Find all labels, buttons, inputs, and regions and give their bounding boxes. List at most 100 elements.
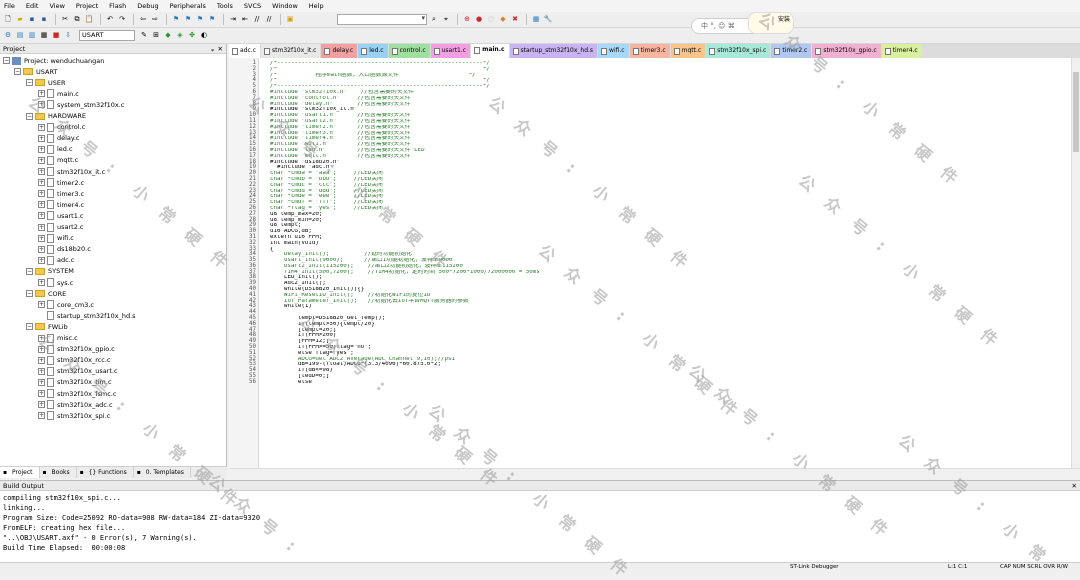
file-tab-startup-stm32f10x-hd-s[interactable]: startup_stm32f10x_hd.s bbox=[509, 44, 598, 58]
tree-file-item[interactable]: + usart1.c bbox=[38, 210, 84, 221]
collapse-icon[interactable]: − bbox=[26, 112, 33, 120]
find-in-files-icon[interactable]: ▣ bbox=[285, 15, 295, 25]
file-tab-wifi-c[interactable]: wifi.c bbox=[598, 44, 629, 58]
tree-file-item[interactable]: + stm32f10x_tim.c bbox=[38, 377, 112, 388]
expand-icon[interactable]: + bbox=[38, 90, 45, 98]
bookmark-clear-icon[interactable]: ⚑ bbox=[207, 15, 217, 25]
tree-file-item[interactable]: + usart2.c bbox=[38, 222, 84, 233]
rebuild-icon[interactable]: ▥ bbox=[27, 31, 37, 41]
find-combo[interactable] bbox=[337, 14, 427, 25]
avatar[interactable]: 安装 bbox=[748, 12, 794, 34]
file-tab-mqtt-c[interactable]: mqtt.c bbox=[670, 44, 706, 58]
menu-peripherals[interactable]: Peripherals bbox=[170, 2, 206, 10]
tree-file-item[interactable]: + system_stm32f10x.c bbox=[38, 99, 124, 110]
collapse-icon[interactable]: − bbox=[14, 68, 21, 76]
menu-edit[interactable]: Edit bbox=[26, 2, 39, 10]
expand-icon[interactable]: + bbox=[38, 245, 45, 253]
unindent-icon[interactable]: ⇤ bbox=[240, 15, 250, 25]
collapse-icon[interactable]: − bbox=[26, 290, 33, 298]
paste-icon[interactable]: 📋 bbox=[84, 15, 94, 25]
expand-icon[interactable]: + bbox=[38, 134, 45, 142]
open-folder-icon[interactable]: ▰ bbox=[15, 15, 25, 25]
panel-tab-1[interactable]: ▪ Books bbox=[40, 467, 77, 478]
tree-file-item[interactable]: + stm32f10x_fsmc.c bbox=[38, 388, 116, 399]
download-icon[interactable]: ⇩ bbox=[63, 31, 73, 41]
scrollbar-thumb[interactable] bbox=[1073, 72, 1079, 152]
expand-icon[interactable]: + bbox=[38, 378, 45, 386]
vertical-scrollbar[interactable] bbox=[1071, 58, 1080, 468]
batch-build-icon[interactable]: ▦ bbox=[39, 31, 49, 41]
cut-icon[interactable]: ✂ bbox=[60, 15, 70, 25]
file-tab-stm32f10x-spi-c[interactable]: stm32f10x_spi.c bbox=[706, 44, 771, 58]
stop-build-icon[interactable]: ■ bbox=[51, 31, 61, 41]
save-icon[interactable]: ▪ bbox=[27, 15, 37, 25]
rte-icon[interactable]: ◈ bbox=[175, 31, 185, 41]
horizontal-scrollbar[interactable] bbox=[229, 468, 1080, 478]
pin-icon[interactable]: ᵩ bbox=[211, 44, 214, 54]
file-tab-timer2-c[interactable]: timer2.c bbox=[771, 44, 812, 58]
expand-icon[interactable]: + bbox=[38, 179, 45, 187]
save-all-icon[interactable]: ▪ bbox=[39, 15, 49, 25]
manage-components-icon[interactable]: ◆ bbox=[163, 31, 173, 41]
menu-project[interactable]: Project bbox=[76, 2, 98, 10]
tree-file-item[interactable]: + stm32f10x_spi.c bbox=[38, 410, 110, 421]
tree-folder-item[interactable]: − FWLib bbox=[26, 321, 68, 332]
file-tab-usart1-c[interactable]: usart1.c bbox=[430, 44, 471, 58]
menu-file[interactable]: File bbox=[4, 2, 15, 10]
expand-icon[interactable]: + bbox=[38, 401, 45, 409]
pack-installer-icon[interactable]: ✤ bbox=[187, 31, 197, 41]
file-tab-delay-c[interactable]: delay.c bbox=[321, 44, 358, 58]
file-tab-timer3-c[interactable]: timer3.c bbox=[629, 44, 670, 58]
tree-file-item[interactable]: + timer2.c bbox=[38, 177, 84, 188]
redo-icon[interactable]: ↷ bbox=[117, 15, 127, 25]
tree-file-item[interactable]: + stm32f10x_rcc.c bbox=[38, 355, 111, 366]
tree-file-item[interactable]: + wifi.c bbox=[38, 233, 74, 244]
tree-file-item[interactable]: + adc.c bbox=[38, 255, 74, 266]
expand-icon[interactable]: + bbox=[38, 390, 45, 397]
window-layout-icon[interactable]: ▦ bbox=[531, 15, 541, 25]
incremental-find-icon[interactable]: ⌖ bbox=[441, 15, 451, 25]
tree-folder-item[interactable]: − SYSTEM bbox=[26, 266, 74, 277]
expand-icon[interactable]: + bbox=[38, 156, 45, 164]
panel-tab-0[interactable]: ▪ Project bbox=[0, 467, 40, 478]
breakpoint-disable-icon[interactable]: ○ bbox=[486, 15, 496, 25]
collapse-icon[interactable]: − bbox=[26, 267, 33, 275]
tree-file-item[interactable]: + stm32f10x_gpio.c bbox=[38, 344, 115, 355]
expand-icon[interactable]: + bbox=[38, 279, 45, 286]
tree-file-item[interactable]: + led.c bbox=[38, 144, 73, 155]
bookmark-prev-icon[interactable]: ⚑ bbox=[183, 15, 193, 25]
expand-icon[interactable]: + bbox=[38, 301, 45, 309]
tree-file-item[interactable]: startup_stm32f10x_hd.s bbox=[38, 310, 136, 321]
expand-icon[interactable]: + bbox=[38, 345, 45, 353]
close-icon[interactable]: ✕ bbox=[1072, 481, 1077, 491]
breakpoint-icon[interactable]: ● bbox=[474, 15, 484, 25]
expand-icon[interactable]: + bbox=[38, 412, 45, 420]
tree-file-item[interactable]: + timer3.c bbox=[38, 188, 84, 199]
build-icon[interactable]: ▤ bbox=[15, 31, 25, 41]
menu-flash[interactable]: Flash bbox=[109, 2, 126, 10]
tree-folder-item[interactable]: − USER bbox=[26, 77, 66, 88]
tree-file-item[interactable]: + control.c bbox=[38, 122, 85, 133]
translate-icon[interactable]: ⚙ bbox=[3, 31, 13, 41]
collapse-icon[interactable]: − bbox=[26, 323, 33, 331]
breakpoint-clear-icon[interactable]: ✖ bbox=[510, 15, 520, 25]
undo-icon[interactable]: ↶ bbox=[105, 15, 115, 25]
tree-file-item[interactable]: + main.c bbox=[38, 88, 79, 99]
nav-back-icon[interactable]: ⇦ bbox=[138, 15, 148, 25]
target-select[interactable]: USART bbox=[79, 30, 135, 41]
expand-icon[interactable]: + bbox=[38, 201, 45, 209]
expand-icon[interactable]: + bbox=[38, 145, 45, 153]
debug-start-icon[interactable]: ⊕ bbox=[462, 15, 472, 25]
target-options-icon[interactable]: ✎ bbox=[139, 31, 149, 41]
new-file-icon[interactable]: 🗋 bbox=[3, 15, 13, 25]
tree-file-item[interactable]: + sys.c bbox=[38, 277, 73, 288]
tree-file-item[interactable]: + delay.c bbox=[38, 133, 79, 144]
expand-icon[interactable]: + bbox=[38, 367, 45, 375]
find-icon[interactable]: ⌕ bbox=[429, 15, 439, 25]
expand-icon[interactable]: + bbox=[38, 334, 45, 342]
close-icon[interactable]: ✕ bbox=[218, 44, 223, 54]
bookmark-icon[interactable]: ⚑ bbox=[171, 15, 181, 25]
menu-debug[interactable]: Debug bbox=[137, 2, 158, 10]
tree-file-item[interactable]: + core_cm3.c bbox=[38, 299, 94, 310]
tree-file-item[interactable]: + timer4.c bbox=[38, 199, 84, 210]
